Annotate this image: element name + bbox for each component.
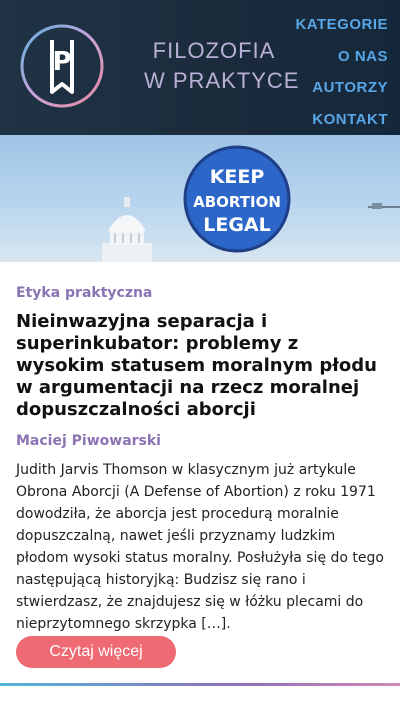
article-title[interactable]: Nieinwazyjna separacja i superinkubator:…	[16, 311, 384, 421]
site-title[interactable]: FILOZOFIA W PRAKTYCE	[144, 36, 300, 96]
site-logo[interactable]: P	[18, 22, 106, 110]
nav-o-nas[interactable]: O NAS	[295, 41, 388, 73]
nav-kontakt[interactable]: KONTAKT	[295, 104, 388, 136]
site-title-line1: FILOZOFIA	[152, 38, 276, 63]
read-more-button[interactable]: Czytaj więcej	[16, 636, 176, 668]
site-header: P FILOZOFIA W PRAKTYCE KATEGORIE O NAS A…	[0, 0, 400, 135]
protest-sign-graphic: KEEP ABORTION LEGAL	[183, 145, 291, 253]
street-lamp-graphic	[368, 203, 400, 209]
article-card: Etyka praktyczna Nieinwazyjna separacja …	[16, 262, 384, 635]
nav-kategorie[interactable]: KATEGORIE	[295, 9, 388, 41]
featured-image[interactable]: KEEP ABORTION LEGAL	[0, 135, 400, 262]
capitol-dome-graphic	[102, 197, 152, 262]
main-nav: KATEGORIE O NAS AUTORZY KONTAKT	[295, 9, 388, 135]
article-excerpt: Judith Jarvis Thomson w klasycznym już a…	[16, 462, 384, 632]
sign-line2: ABORTION	[193, 193, 281, 211]
article-author[interactable]: Maciej Piwowarski	[16, 432, 384, 450]
sign-line3: LEGAL	[203, 214, 271, 236]
article-category[interactable]: Etyka praktyczna	[16, 284, 384, 302]
site-title-line2: W PRAKTYCE	[144, 68, 300, 93]
logo-letter: P	[52, 47, 71, 77]
bottom-divider	[0, 683, 400, 686]
sign-line1: KEEP	[210, 166, 265, 188]
nav-autorzy[interactable]: AUTORZY	[295, 72, 388, 104]
